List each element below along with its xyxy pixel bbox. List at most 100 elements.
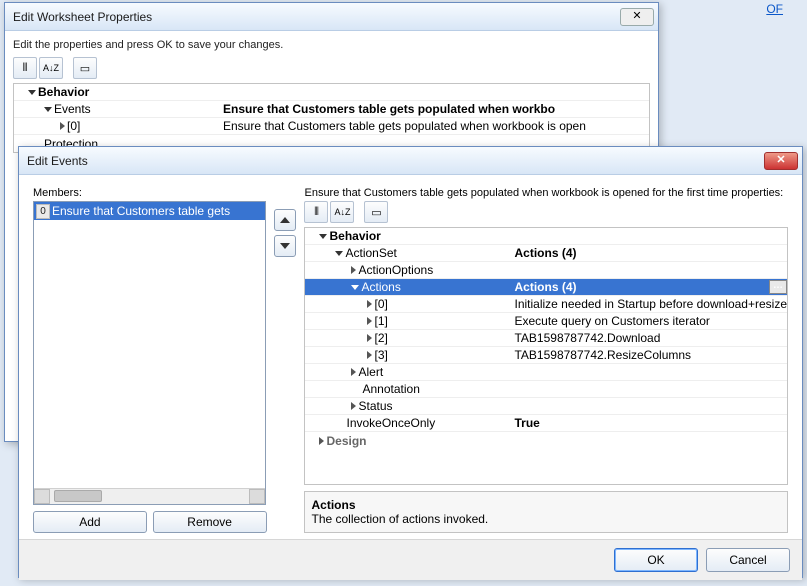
expand-icon [351, 285, 359, 290]
collapse-icon [351, 368, 356, 376]
scroll-left-button[interactable] [34, 489, 50, 504]
titlebar: Edit Worksheet Properties ✕ [5, 3, 658, 31]
actionoptions-label: ActionOptions [358, 263, 433, 277]
window-body: Members: 0 Ensure that Customers table g… [19, 175, 802, 539]
move-up-button[interactable] [274, 209, 296, 231]
actions-value: Actions (4) [514, 280, 769, 294]
edit-events-window: Edit Events ✕ Members: 0 Ensure that Cus… [18, 146, 803, 578]
collapse-icon [367, 300, 372, 308]
collapse-icon [351, 402, 356, 410]
actionset-row[interactable]: ActionSet Actions (4) [305, 245, 787, 262]
action-2-label: [2] [374, 331, 387, 345]
section-design-label: Design [326, 434, 366, 448]
property-grid: Behavior Events Ensure that Customers ta… [13, 83, 650, 153]
expand-icon [44, 107, 52, 112]
action-3-label: [3] [374, 348, 387, 362]
members-listbox[interactable]: 0 Ensure that Customers table gets [33, 201, 266, 505]
categorized-button[interactable]: ⦀ [13, 57, 37, 79]
invokeonceonly-row[interactable]: InvokeOnceOnly True [305, 415, 787, 432]
members-item-text: Ensure that Customers table gets [52, 204, 230, 218]
action-2-row[interactable]: [2] TAB1598787742.Download [305, 330, 787, 347]
collapse-icon [367, 317, 372, 325]
alert-row[interactable]: Alert [305, 364, 787, 381]
titlebar: Edit Events ✕ [19, 147, 802, 175]
invokeonceonly-label: InvokeOnceOnly [346, 416, 435, 430]
dialog-button-row: OK Cancel [19, 539, 802, 580]
close-button[interactable]: ✕ [764, 152, 798, 170]
ok-button[interactable]: OK [614, 548, 698, 572]
collapse-icon [351, 266, 356, 274]
action-3-row[interactable]: [3] TAB1598787742.ResizeColumns [305, 347, 787, 364]
members-item-0[interactable]: 0 Ensure that Customers table gets [34, 202, 265, 220]
property-toolbar: ⦀ A↓Z ▭ [304, 201, 788, 223]
remove-button[interactable]: Remove [153, 511, 267, 533]
property-pages-button[interactable]: ▭ [73, 57, 97, 79]
action-1-row[interactable]: [1] Execute query on Customers iterator [305, 313, 787, 330]
actionset-value: Actions (4) [510, 246, 787, 260]
add-button[interactable]: Add [33, 511, 147, 533]
action-0-label: [0] [374, 297, 387, 311]
property-grid: Behavior ActionSet Actions (4) ActionOpt… [304, 227, 788, 485]
status-row[interactable]: Status [305, 398, 787, 415]
annotation-row[interactable]: Annotation [305, 381, 787, 398]
move-down-button[interactable] [274, 235, 296, 257]
alphabetical-button[interactable]: A↓Z [330, 201, 354, 223]
action-2-value: TAB1598787742.Download [510, 331, 787, 345]
section-behavior-row[interactable]: Behavior [14, 84, 649, 101]
actionset-label: ActionSet [345, 246, 396, 260]
actions-label: Actions [361, 280, 400, 294]
events-body: Members: 0 Ensure that Customers table g… [33, 187, 788, 533]
properties-label: Ensure that Customers table gets populat… [304, 187, 788, 199]
members-item-index: 0 [36, 204, 50, 219]
scroll-right-button[interactable] [249, 489, 265, 504]
expand-icon [28, 90, 36, 95]
members-buttons: Add Remove [33, 511, 266, 533]
close-button[interactable]: ✕ [620, 8, 654, 26]
reorder-buttons [274, 187, 296, 533]
events-value: Ensure that Customers table gets populat… [219, 102, 649, 116]
section-design-row[interactable]: Design [305, 432, 787, 449]
property-pages-button[interactable]: ▭ [364, 201, 388, 223]
actionoptions-row[interactable]: ActionOptions [305, 262, 787, 279]
action-1-label: [1] [374, 314, 387, 328]
properties-column: Ensure that Customers table gets populat… [304, 187, 788, 533]
collapse-icon [319, 437, 324, 445]
action-3-value: TAB1598787742.ResizeColumns [510, 348, 787, 362]
background-link[interactable]: OF [766, 2, 783, 16]
window-title: Edit Events [27, 154, 764, 168]
horizontal-scrollbar[interactable] [34, 488, 265, 504]
annotation-label: Annotation [362, 382, 419, 396]
actions-ellipsis-button[interactable]: … [769, 280, 787, 294]
scroll-thumb[interactable] [54, 490, 102, 502]
alphabetical-button[interactable]: A↓Z [39, 57, 63, 79]
categorized-button[interactable]: ⦀ [304, 201, 328, 223]
events-row[interactable]: Events Ensure that Customers table gets … [14, 101, 649, 118]
alert-label: Alert [358, 365, 383, 379]
description-panel: Actions The collection of actions invoke… [304, 491, 788, 533]
arrow-up-icon [280, 217, 290, 223]
scroll-track[interactable] [50, 489, 249, 504]
actions-row[interactable]: Actions Actions (4) … [305, 279, 787, 296]
members-column: Members: 0 Ensure that Customers table g… [33, 187, 266, 533]
members-label: Members: [33, 187, 266, 199]
window-title: Edit Worksheet Properties [13, 10, 620, 24]
property-toolbar: ⦀ A↓Z ▭ [13, 57, 650, 79]
events-item-0-label: [0] [67, 119, 80, 133]
status-label: Status [358, 399, 392, 413]
expand-icon [319, 234, 327, 239]
collapse-icon [60, 122, 65, 130]
instruction-text: Edit the properties and press OK to save… [13, 39, 650, 51]
cancel-button[interactable]: Cancel [706, 548, 790, 572]
section-behavior-label: Behavior [38, 85, 89, 99]
collapse-icon [367, 334, 372, 342]
events-item-0-row[interactable]: [0] Ensure that Customers table gets pop… [14, 118, 649, 135]
section-behavior-row[interactable]: Behavior [305, 228, 787, 245]
collapse-icon [367, 351, 372, 359]
description-title: Actions [311, 498, 781, 512]
description-text: The collection of actions invoked. [311, 512, 781, 526]
events-item-0-value: Ensure that Customers table gets populat… [219, 119, 649, 133]
invokeonceonly-value: True [510, 416, 787, 430]
action-1-value: Execute query on Customers iterator [510, 314, 787, 328]
action-0-row[interactable]: [0] Initialize needed in Startup before … [305, 296, 787, 313]
section-behavior-label: Behavior [329, 229, 380, 243]
